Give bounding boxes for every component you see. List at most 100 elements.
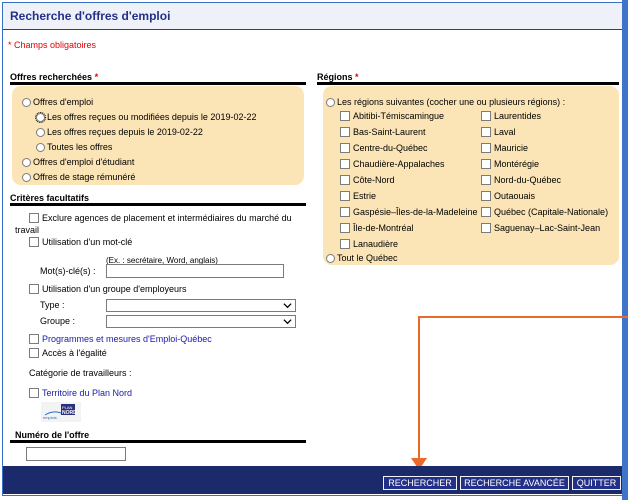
programmes-link[interactable]: Programmes et mesures d'Emploi-Québec <box>42 334 212 344</box>
checkbox-box[interactable] <box>340 111 350 121</box>
region-checkbox[interactable]: Côte-Nord <box>340 175 395 185</box>
radio-circle[interactable] <box>36 127 45 137</box>
radio-toutes[interactable]: Toutes les offres <box>36 142 112 152</box>
radio-regions-suivantes[interactable]: Les régions suivantes (cocher une ou plu… <box>326 97 565 107</box>
radio-circle[interactable] <box>326 253 335 263</box>
checkbox-box[interactable] <box>340 239 350 249</box>
region-checkbox[interactable]: Chaudière-Appalaches <box>340 159 445 169</box>
checkbox-box[interactable] <box>29 348 39 358</box>
regions-title-text: Régions <box>317 72 353 82</box>
exclure-agences-checkbox[interactable]: Exclure agences de placement et interméd… <box>29 213 292 223</box>
rechercher-button[interactable]: RECHERCHER <box>383 476 457 490</box>
checkbox-box[interactable] <box>340 159 350 169</box>
numero-offre-input[interactable] <box>26 447 126 461</box>
region-checkbox[interactable]: Saguenay–Lac-Saint-Jean <box>481 223 600 233</box>
region-checkbox[interactable]: Outaouais <box>481 191 535 201</box>
radio-offres-emploi[interactable]: Offres d'emploi <box>22 97 93 107</box>
checkbox-box[interactable] <box>481 111 491 121</box>
checkbox-box[interactable] <box>29 388 39 398</box>
radio-recues[interactable]: Les offres reçues depuis le 2019-02-22 <box>36 127 203 137</box>
checkbox-box[interactable] <box>481 143 491 153</box>
mot-cle-checkbox[interactable]: Utilisation d'un mot-clé <box>29 237 132 247</box>
page-header: Recherche d'offres d'emploi <box>3 3 622 30</box>
checkbox-box[interactable] <box>340 223 350 233</box>
region-label: Estrie <box>353 191 377 201</box>
checkbox-box[interactable] <box>481 175 491 185</box>
region-label: Nord-du-Québec <box>494 175 562 185</box>
region-label: Mauricie <box>494 143 529 153</box>
territoire-link[interactable]: Territoire du Plan Nord <box>42 388 132 398</box>
checkbox-label: Utilisation d'un groupe d'employeurs <box>42 284 187 294</box>
checkbox-box[interactable] <box>481 159 491 169</box>
radio-label: Offres de stage rémunéré <box>33 172 136 182</box>
region-label: Chaudière-Appalaches <box>353 159 445 169</box>
region-label: Île-de-Montréal <box>353 223 414 233</box>
checkbox-box[interactable] <box>481 207 491 217</box>
offres-title-text: Offres recherchées <box>10 72 93 82</box>
radio-label: Tout le Québec <box>337 253 398 263</box>
checkbox-box[interactable] <box>29 284 39 294</box>
required-mark: * <box>94 72 99 82</box>
radio-label: Les régions suivantes (cocher une ou plu… <box>337 97 566 107</box>
checkbox-label: Utilisation d'un mot-clé <box>42 237 133 247</box>
checkbox-box[interactable] <box>481 223 491 233</box>
radio-circle[interactable] <box>22 157 31 167</box>
region-label: Laval <box>494 127 516 137</box>
checkbox-box[interactable] <box>481 191 491 201</box>
groupe-employeurs-checkbox[interactable]: Utilisation d'un groupe d'employeurs <box>29 284 187 294</box>
checkbox-box[interactable] <box>340 207 350 217</box>
region-checkbox[interactable]: Mauricie <box>481 143 528 153</box>
region-label: Lanaudière <box>353 239 399 249</box>
radio-circle[interactable] <box>22 97 31 107</box>
region-checkbox[interactable]: Québec (Capitale-Nationale) <box>481 207 608 217</box>
acces-egalite-checkbox[interactable]: Accès à l'égalité <box>29 348 107 358</box>
required-mark: * <box>355 72 359 82</box>
region-checkbox[interactable]: Centre-du-Québec <box>340 143 428 153</box>
groupe-select[interactable] <box>106 315 296 328</box>
region-checkbox[interactable]: Bas-Saint-Laurent <box>340 127 426 137</box>
radio-etudiant[interactable]: Offres d'emploi d'étudiant <box>22 157 134 167</box>
radio-circle[interactable] <box>35 111 46 123</box>
quitter-button[interactable]: QUITTER <box>572 476 621 490</box>
offres-section-title: Offres recherchées * <box>10 72 98 82</box>
checkbox-box[interactable] <box>340 191 350 201</box>
region-checkbox[interactable]: Laurentides <box>481 111 541 121</box>
checkbox-box[interactable] <box>29 213 39 223</box>
region-checkbox[interactable]: Gaspésie–Îles-de-la-Madeleine <box>340 207 478 217</box>
checkbox-label: Exclure agences de placement et interméd… <box>42 213 292 223</box>
checkbox-box[interactable] <box>29 237 39 247</box>
region-checkbox[interactable]: Lanaudière <box>340 239 398 249</box>
checkbox-box[interactable] <box>29 334 39 344</box>
radio-recues-modifiees[interactable]: Les offres reçues ou modifiées depuis le… <box>35 111 256 123</box>
right-edge-bar <box>622 0 628 500</box>
region-label: Saguenay–Lac-Saint-Jean <box>494 223 601 233</box>
region-checkbox[interactable]: Nord-du-Québec <box>481 175 561 185</box>
region-checkbox[interactable]: Abitibi-Témiscamingue <box>340 111 444 121</box>
chevron-down-icon <box>283 319 292 325</box>
checkbox-box[interactable] <box>340 143 350 153</box>
recherche-avancee-button[interactable]: RECHERCHE AVANCÉE <box>460 476 569 490</box>
radio-tout-le-quebec[interactable]: Tout le Québec <box>326 253 398 263</box>
region-checkbox[interactable]: Montérégie <box>481 159 539 169</box>
radio-circle[interactable] <box>326 97 335 107</box>
region-checkbox[interactable]: Île-de-Montréal <box>340 223 414 233</box>
region-checkbox[interactable]: Estrie <box>340 191 376 201</box>
checkbox-box[interactable] <box>340 127 350 137</box>
mot-cle-input[interactable] <box>106 264 284 278</box>
mot-cle-label: Mot(s)-clé(s) : <box>40 266 96 276</box>
radio-stage[interactable]: Offres de stage rémunéré <box>22 172 135 182</box>
logo-text-nord: NORD <box>62 410 77 416</box>
numero-divider <box>10 440 306 443</box>
region-checkbox[interactable]: Laval <box>481 127 516 137</box>
radio-circle[interactable] <box>22 172 31 182</box>
programmes-checkbox[interactable]: Programmes et mesures d'Emploi-Québec <box>29 334 212 344</box>
radio-circle[interactable] <box>36 142 45 152</box>
checkbox-box[interactable] <box>340 175 350 185</box>
type-select[interactable] <box>106 299 296 312</box>
checkbox-label: Accès à l'égalité <box>42 348 107 358</box>
type-label: Type : <box>40 300 65 310</box>
territoire-checkbox[interactable]: Territoire du Plan Nord <box>29 388 132 398</box>
radio-label: Toutes les offres <box>47 142 113 152</box>
region-label: Outaouais <box>494 191 536 201</box>
checkbox-box[interactable] <box>481 127 491 137</box>
